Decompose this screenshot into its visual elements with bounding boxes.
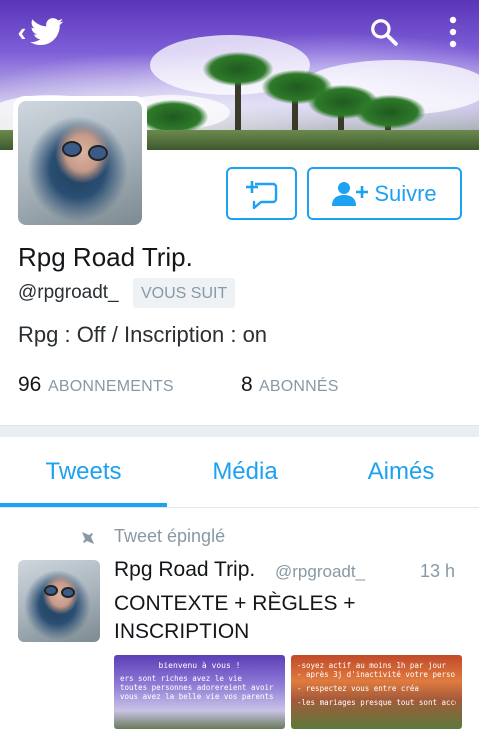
media-text-line: -les mariages presque tout sont acceptés… [297, 698, 456, 707]
media-text-line: vous avez la belle vie vos parents [120, 692, 274, 701]
more-options-button[interactable] [438, 12, 468, 52]
tab-media[interactable]: Média [167, 437, 323, 507]
following-count[interactable]: 96 [18, 373, 41, 397]
profile-avatar[interactable] [13, 96, 147, 230]
more-vertical-icon [449, 16, 457, 48]
media-text-line: toutes personnes adorereient avoir [120, 683, 274, 692]
search-button[interactable] [364, 12, 404, 52]
following-label[interactable]: ABONNEMENTS [48, 378, 174, 396]
followers-label[interactable]: ABONNÉS [259, 378, 339, 396]
person-add-icon [332, 181, 369, 206]
tweet-author-name[interactable]: Rpg Road Trip. [114, 558, 255, 582]
direct-message-button[interactable] [226, 167, 297, 220]
profile-name: Rpg Road Trip. [18, 242, 193, 272]
profile-bio: Rpg : Off / Inscription : on [18, 322, 268, 347]
media-text-line: ers sont riches avez le vie [120, 674, 242, 683]
tweet-text: CONTEXTE + RÈGLES + INSCRIPTION [114, 592, 356, 643]
follows-you-badge: VOUS SUIT [133, 278, 236, 308]
follow-button[interactable]: Suivre [307, 167, 462, 220]
tab-likes[interactable]: Aimés [323, 437, 479, 507]
tabs-divider [0, 507, 479, 508]
avatar-image [18, 101, 142, 225]
back-button[interactable]: ‹ [6, 12, 76, 52]
followers-count[interactable]: 8 [241, 373, 253, 397]
search-icon [371, 19, 398, 46]
chevron-left-icon: ‹ [17, 17, 27, 47]
media-text-line: - respectez vous entre créa [297, 684, 419, 693]
twitter-bird-icon [30, 18, 64, 46]
section-divider [0, 425, 479, 437]
media-text-line: -soyez actif au moins 1h par jour [297, 661, 447, 670]
tweet-author-handle[interactable]: @rpgroadt_ [275, 562, 365, 582]
palm-tree [138, 100, 208, 134]
tweet-timestamp: 13 h [420, 561, 456, 581]
sunglasses-lens [62, 141, 82, 157]
media-title: bienvenu à vous ! [158, 661, 241, 670]
tab-tweets[interactable]: Tweets [0, 437, 167, 507]
pinned-tweet-label: Tweet épinglé [114, 526, 226, 546]
sunglasses-lens [61, 587, 75, 598]
sunglasses-lens [44, 585, 58, 596]
follow-button-label: Suivre [374, 180, 437, 206]
pin-icon [82, 532, 94, 544]
sunglasses-lens [88, 145, 108, 161]
profile-handle: @rpgroadt_ [18, 282, 119, 303]
tweet-author-avatar[interactable] [18, 560, 100, 642]
media-text-line: - après 3j d'inactivité votre perso sera… [297, 670, 456, 679]
palm-tree [355, 95, 425, 129]
tweet-media-image[interactable]: -soyez actif au moins 1h par jour - aprè… [291, 655, 462, 729]
message-add-icon [245, 180, 277, 209]
tweet-media-image[interactable]: bienvenu à vous ! ers sont riches avez l… [114, 655, 285, 729]
palm-tree [203, 52, 273, 86]
